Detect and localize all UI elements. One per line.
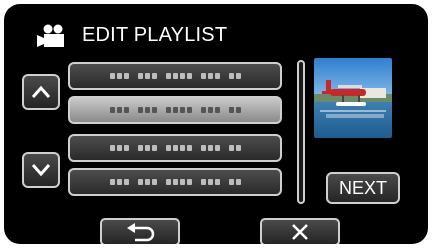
- seaplane-thumbnail: [314, 58, 392, 138]
- playlist-row-selected[interactable]: [68, 96, 282, 124]
- row-label-placeholder: [109, 107, 241, 113]
- row-label-placeholder: [109, 145, 241, 151]
- playlist-row[interactable]: [68, 134, 282, 162]
- row-label-placeholder: [109, 179, 241, 185]
- close-button[interactable]: [260, 218, 340, 244]
- chevron-down-icon: [31, 164, 51, 177]
- return-arrow-icon: [127, 223, 155, 242]
- scroll-down-button[interactable]: [22, 152, 60, 188]
- scroll-up-button[interactable]: [22, 74, 60, 110]
- back-button[interactable]: [100, 218, 180, 244]
- video-camera-icon: [37, 24, 64, 47]
- edit-playlist-screen: EDIT PLAYLIST NEXT: [4, 4, 428, 244]
- close-icon: [292, 224, 308, 240]
- playlist-row[interactable]: [68, 168, 282, 196]
- playlist-row[interactable]: [68, 62, 282, 90]
- next-button[interactable]: NEXT: [326, 172, 400, 204]
- page-title: EDIT PLAYLIST: [82, 24, 228, 46]
- chevron-up-icon: [31, 85, 51, 98]
- scrollbar[interactable]: [297, 60, 305, 204]
- row-label-placeholder: [109, 73, 241, 79]
